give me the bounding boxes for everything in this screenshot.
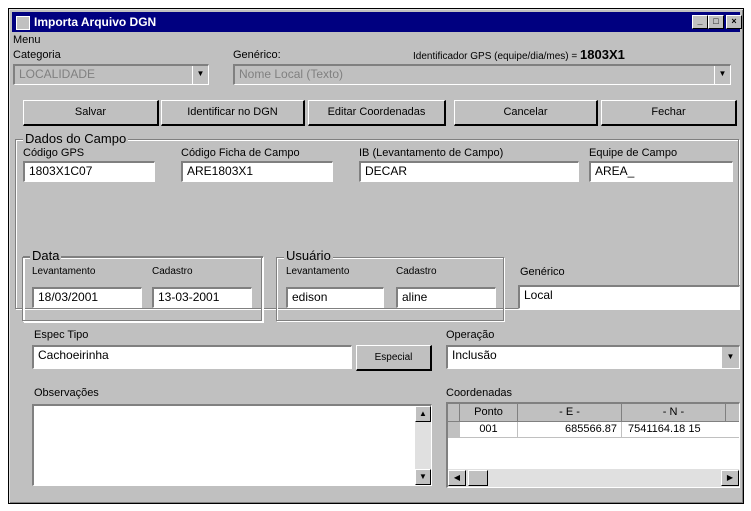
- gps-id-label: Identificador GPS (equipe/dia/mes) = 180…: [413, 47, 625, 62]
- operacao-combo[interactable]: Inclusão ▼: [446, 345, 740, 369]
- espec-tipo-label: Espec Tipo: [34, 329, 89, 341]
- usuario-title: Usuário: [284, 248, 333, 263]
- close-icon[interactable]: ×: [726, 15, 742, 29]
- operacao-value: Inclusão: [452, 348, 497, 362]
- cell-n[interactable]: 7541164.18 15: [622, 422, 739, 438]
- row-selector[interactable]: [448, 422, 460, 438]
- cell-e[interactable]: 685566.87: [518, 422, 622, 438]
- ib-field[interactable]: DECAR: [359, 161, 579, 182]
- menu-item[interactable]: Menu: [13, 34, 41, 46]
- data-levantamento-label: Levantamento: [32, 266, 96, 277]
- generico-top-label: Genérico:: [233, 49, 281, 61]
- usuario-levantamento-field[interactable]: edison: [286, 287, 384, 308]
- categoria-combo[interactable]: LOCALIDADE ▼: [13, 64, 209, 85]
- scroll-down-icon[interactable]: ▼: [415, 469, 431, 485]
- categoria-label: Categoria: [13, 49, 61, 61]
- cancelar-button[interactable]: Cancelar: [454, 100, 598, 126]
- data-title: Data: [30, 248, 62, 263]
- cell-ponto[interactable]: 001: [460, 422, 518, 438]
- observacoes-label: Observações: [34, 387, 99, 399]
- generico-top-value: Nome Local (Texto): [239, 67, 344, 81]
- usuario-levantamento-label: Levantamento: [286, 266, 350, 277]
- observacoes-textarea[interactable]: ▲ ▼: [32, 404, 432, 486]
- app-icon: [16, 16, 30, 30]
- operacao-label: Operação: [446, 329, 495, 341]
- data-cadastro-field[interactable]: 13-03-2001: [152, 287, 252, 308]
- chevron-down-icon[interactable]: ▼: [192, 66, 208, 84]
- data-cadastro-label: Cadastro: [152, 266, 193, 277]
- espec-tipo-field[interactable]: Cachoeirinha: [32, 345, 352, 369]
- generico-label: Genérico: [520, 266, 565, 278]
- scroll-left-icon[interactable]: ◀: [448, 470, 466, 486]
- header-ponto[interactable]: Ponto: [460, 404, 518, 422]
- generico-field[interactable]: Local: [518, 285, 740, 309]
- equipe-field[interactable]: AREA_: [589, 161, 733, 182]
- minimize-icon[interactable]: _: [692, 15, 708, 29]
- dados-campo-title: Dados do Campo: [23, 131, 129, 146]
- title-bar: Importa Arquivo DGN _ □ ×: [12, 12, 742, 32]
- equipe-label: Equipe de Campo: [589, 147, 678, 159]
- coordenadas-grid[interactable]: Ponto - E - - N - 001 685566.87 7541164.…: [446, 402, 740, 488]
- generico-combo[interactable]: Nome Local (Texto) ▼: [233, 64, 731, 85]
- window-title: Importa Arquivo DGN: [34, 15, 157, 29]
- codigo-ficha-field[interactable]: ARE1803X1: [181, 161, 333, 182]
- chevron-down-icon[interactable]: ▼: [721, 347, 739, 368]
- header-n[interactable]: - N -: [622, 404, 726, 422]
- usuario-cadastro-field[interactable]: aline: [396, 287, 496, 308]
- especial-button[interactable]: Especial: [356, 345, 432, 371]
- codigo-gps-field[interactable]: 1803X1C07: [23, 161, 155, 182]
- scroll-thumb[interactable]: [468, 470, 488, 486]
- scroll-right-icon[interactable]: ▶: [721, 470, 739, 486]
- scroll-up-icon[interactable]: ▲: [415, 406, 431, 422]
- codigo-ficha-label: Código Ficha de Campo: [181, 147, 300, 159]
- header-extra: [726, 404, 739, 422]
- salvar-button[interactable]: Salvar: [23, 100, 159, 126]
- usuario-cadastro-label: Cadastro: [396, 266, 437, 277]
- identificar-dgn-button[interactable]: Identificar no DGN: [161, 100, 305, 126]
- coordenadas-hscrollbar[interactable]: [448, 469, 739, 487]
- maximize-icon[interactable]: □: [708, 15, 724, 29]
- ib-label: IB (Levantamento de Campo): [359, 147, 504, 159]
- editar-coordenadas-button[interactable]: Editar Coordenadas: [308, 100, 446, 126]
- coordenadas-label: Coordenadas: [446, 387, 513, 399]
- grid-corner: [448, 404, 460, 422]
- chevron-down-icon[interactable]: ▼: [714, 66, 730, 84]
- codigo-gps-label: Código GPS: [23, 147, 85, 159]
- gps-id-value: 1803X1: [580, 47, 625, 62]
- categoria-value: LOCALIDADE: [19, 67, 96, 81]
- header-e[interactable]: - E -: [518, 404, 622, 422]
- data-levantamento-field[interactable]: 18/03/2001: [32, 287, 142, 308]
- fechar-button[interactable]: Fechar: [601, 100, 737, 126]
